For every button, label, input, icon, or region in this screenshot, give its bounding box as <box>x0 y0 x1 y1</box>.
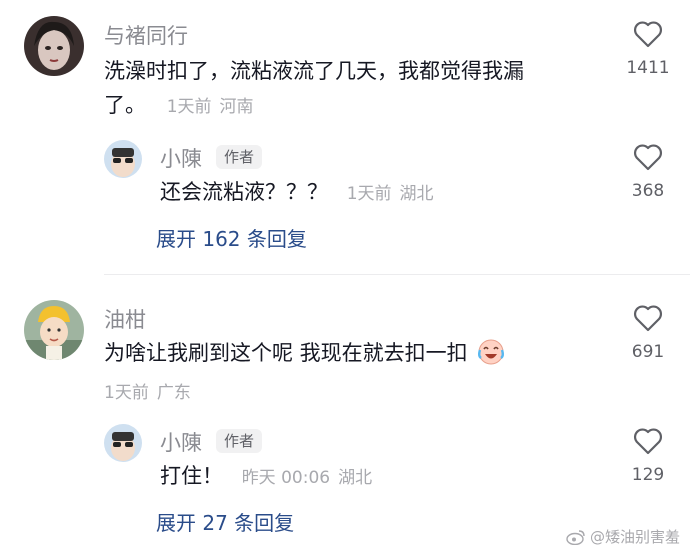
heart-outline-icon <box>634 21 662 48</box>
reply-meta: 昨天 00:06 湖北 <box>242 468 372 488</box>
comment-location: 广东 <box>156 383 191 403</box>
user-avatar[interactable] <box>24 16 84 76</box>
comment-location: 河南 <box>219 97 254 117</box>
reply-location: 湖北 <box>338 468 373 488</box>
reply-time: 昨天 00:06 <box>241 468 331 488</box>
reply-text: 打住！ <box>160 464 223 488</box>
comment-text: 洗澡时扣了，流粘液流了几天，我都觉得我漏 了。 1天前 河南 <box>104 54 594 124</box>
like-count: 691 <box>631 342 665 362</box>
comment-divider <box>104 274 690 275</box>
comment-time: 1天前 <box>104 383 149 403</box>
like-count: 368 <box>631 181 665 201</box>
reply-location: 湖北 <box>399 184 434 204</box>
like-button[interactable]: 691 <box>618 304 678 362</box>
reply-meta: 1天前 湖北 <box>347 184 434 204</box>
expand-replies-link[interactable]: 展开 27 条回复 <box>156 507 294 536</box>
like-button[interactable]: 1411 <box>618 20 678 78</box>
reply-avatar[interactable] <box>104 424 142 462</box>
reply-username[interactable]: 小陳 <box>160 427 202 457</box>
comment-username[interactable]: 油柑 <box>104 304 146 334</box>
author-badge: 作者 <box>216 145 263 169</box>
reply-like-button[interactable]: 368 <box>618 143 678 201</box>
reply-text-row: 还会流粘液？？？ 1天前 湖北 <box>160 175 434 211</box>
watermark-text: @矮油别害羞 <box>589 528 680 546</box>
comment-text: 为啥让我刷到这个呢 我现在就去扣一扣 <box>104 341 468 365</box>
reply-avatar[interactable] <box>104 140 142 178</box>
comment-text-row: 为啥让我刷到这个呢 我现在就去扣一扣 <box>104 336 506 370</box>
reply-like-button[interactable]: 129 <box>618 427 678 485</box>
reply-time: 1天前 <box>346 184 392 204</box>
heart-outline-icon <box>634 144 662 171</box>
like-count: 1411 <box>626 58 670 78</box>
comment-username[interactable]: 与褚同行 <box>104 20 188 50</box>
comment-text-line: 了。 <box>104 93 146 117</box>
comment-meta: 1天前 广东 <box>104 378 191 403</box>
comment-text-line: 洗澡时扣了，流粘液流了几天，我都觉得我漏 <box>104 59 524 83</box>
comment-text-line-2: 了。 1天前 河南 <box>104 88 594 124</box>
expand-replies-link[interactable]: 展开 162 条回复 <box>156 223 307 252</box>
author-badge: 作者 <box>216 429 263 453</box>
heart-outline-icon <box>634 305 662 332</box>
like-count: 129 <box>631 465 665 485</box>
user-avatar[interactable] <box>24 300 84 360</box>
weibo-logo-icon <box>566 529 585 545</box>
crying-laughing-emoji-icon <box>478 339 505 365</box>
watermark: @矮油别害羞 <box>566 526 680 547</box>
heart-outline-icon <box>634 428 662 455</box>
comment-time: 1天前 <box>166 97 212 117</box>
reply-text-row: 打住！ 昨天 00:06 湖北 <box>160 459 372 495</box>
comment-meta: 1天前 河南 <box>167 97 254 117</box>
reply-username[interactable]: 小陳 <box>160 143 202 173</box>
reply-text: 还会流粘液？？？ <box>160 180 328 204</box>
